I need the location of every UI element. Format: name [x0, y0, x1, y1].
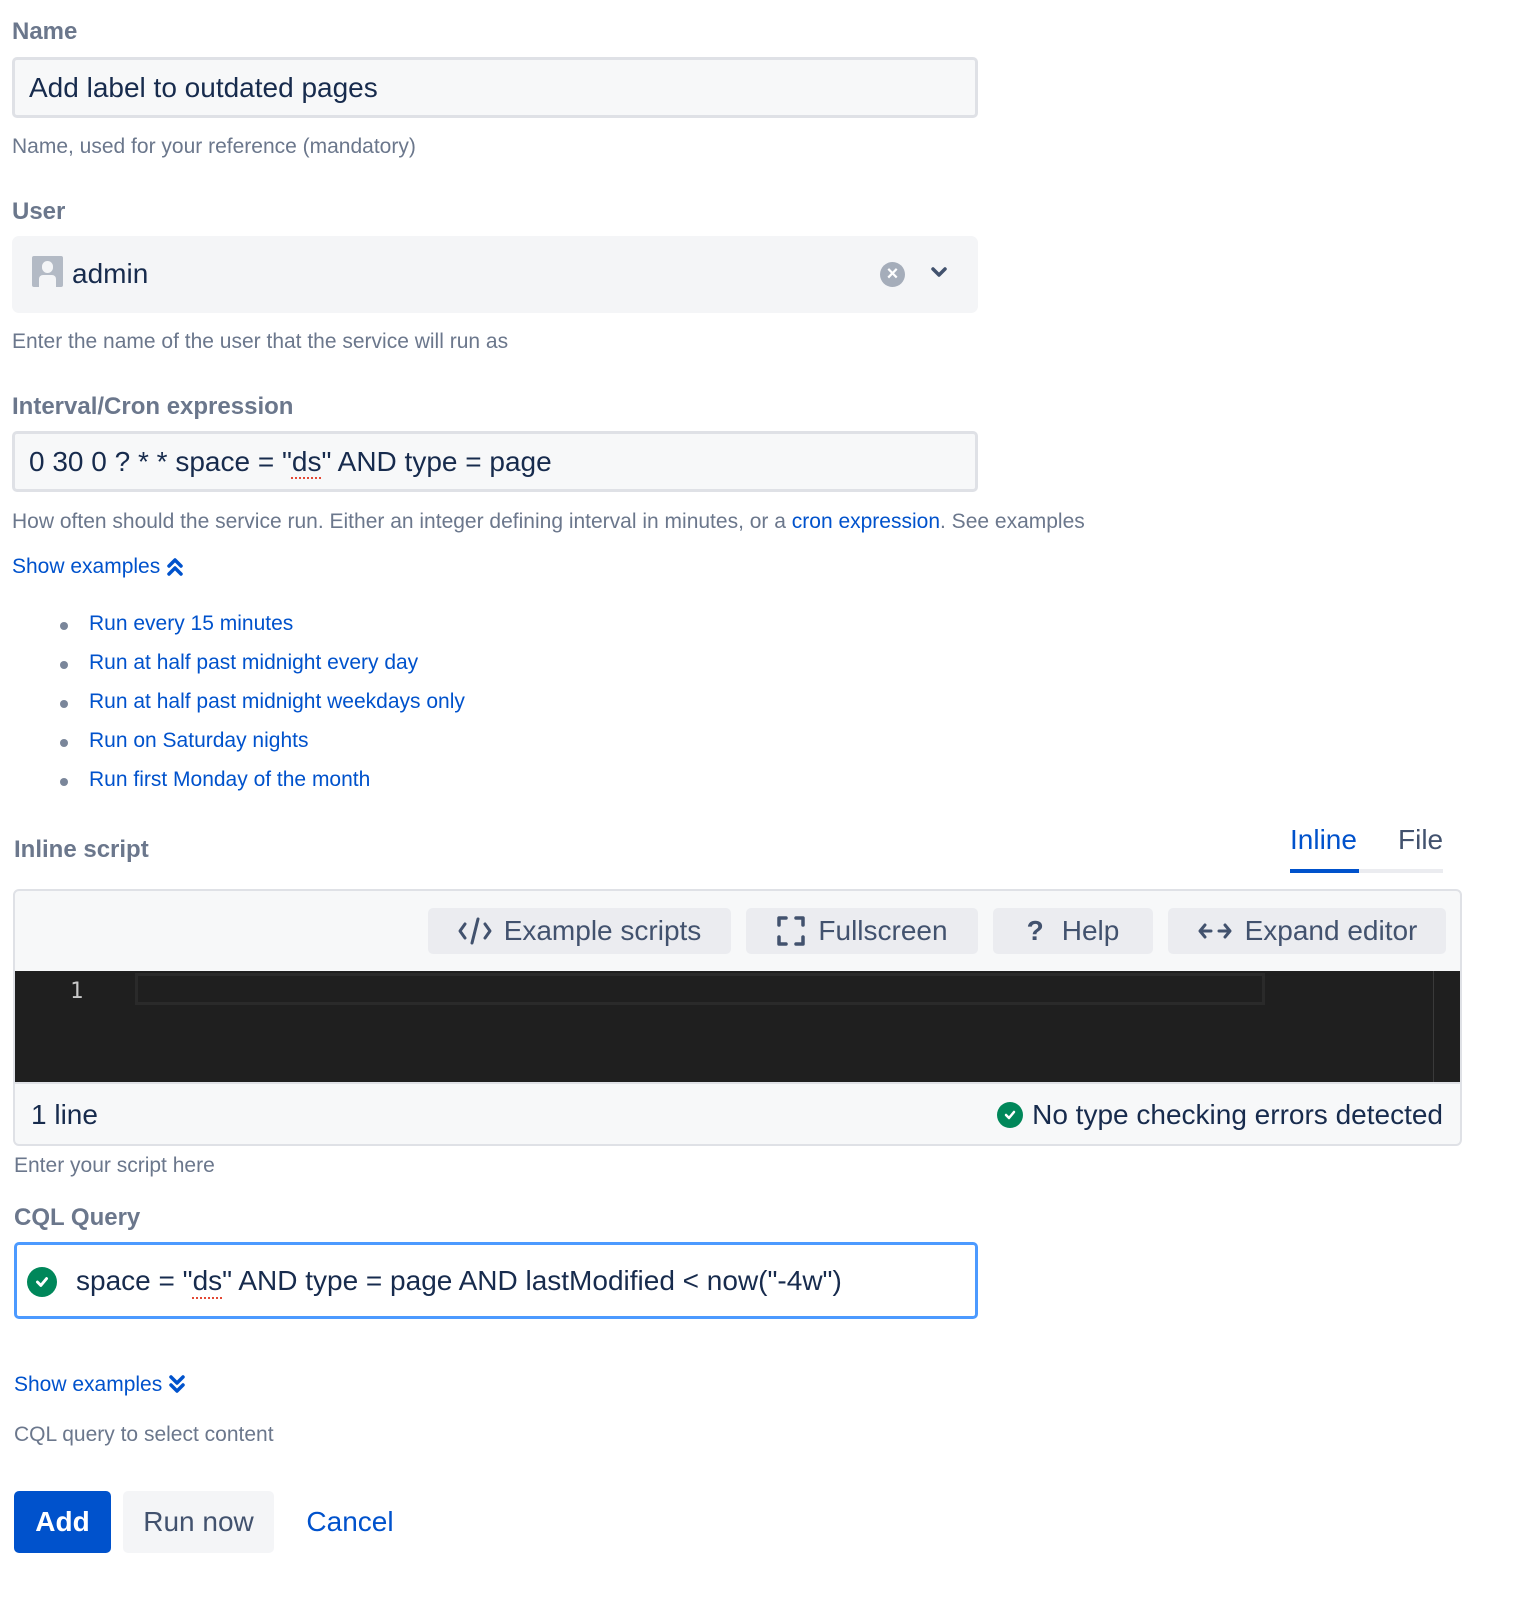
cron-example-item: Run on Saturday nights: [60, 729, 465, 768]
name-input[interactable]: Add label to outdated pages: [12, 57, 978, 118]
tab-active-indicator: [1290, 869, 1359, 873]
check-circle-icon: [27, 1267, 57, 1297]
avatar-icon: [32, 256, 63, 287]
cron-label: Interval/Cron expression: [12, 393, 294, 420]
example-scripts-label: Example scripts: [503, 915, 702, 946]
user-select-value: admin: [72, 258, 149, 289]
user-label: User: [12, 198, 66, 225]
name-input-value: Add label to outdated pages: [29, 71, 378, 103]
spellcheck-word: ds: [192, 1265, 223, 1296]
cql-input[interactable]: space = "ds" AND type = page AND lastMod…: [14, 1242, 978, 1319]
cron-help-text: How often should the service run. Either…: [12, 510, 1085, 533]
example-scripts-button[interactable]: Example scripts: [428, 908, 731, 954]
expand-horizontal-icon: [1198, 923, 1232, 939]
name-help-text: Name, used for your reference (mandatory…: [12, 135, 416, 158]
cql-show-examples-toggle[interactable]: Show examples: [14, 1373, 186, 1397]
script-source-tabs: Inline File: [1290, 824, 1443, 874]
chevron-double-up-icon: [167, 558, 183, 576]
cron-expression-link[interactable]: cron expression: [792, 510, 940, 533]
editor-toolbar: Example scripts Fullscreen ? Help Expand…: [15, 891, 1460, 971]
tab-file[interactable]: File: [1398, 824, 1443, 856]
spellcheck-word: ds: [291, 445, 322, 477]
help-label: Help: [1061, 915, 1120, 946]
fullscreen-label: Fullscreen: [818, 915, 948, 946]
expand-editor-button[interactable]: Expand editor: [1168, 908, 1446, 954]
cql-show-examples-label: Show examples: [14, 1373, 163, 1396]
cql-input-value: space = "ds" AND type = page AND lastMod…: [76, 1265, 842, 1296]
cron-example-item: Run first Monday of the month: [60, 768, 465, 807]
cron-examples-list: Run every 15 minutes Run at half past mi…: [60, 612, 465, 807]
cron-example-link[interactable]: Run at half past midnight weekdays only: [89, 690, 465, 714]
script-editor: Example scripts Fullscreen ? Help Expand…: [13, 889, 1462, 1146]
cancel-button[interactable]: Cancel: [290, 1491, 410, 1553]
check-circle-icon: [997, 1102, 1024, 1128]
fullscreen-icon: [777, 916, 806, 946]
run-now-button[interactable]: Run now: [123, 1491, 274, 1553]
cron-example-link[interactable]: Run on Saturday nights: [89, 729, 308, 753]
type-check-status-text: No type checking errors detected: [1032, 1099, 1443, 1130]
editor-scrollbar[interactable]: [1433, 971, 1434, 1082]
script-label: Inline script: [14, 836, 149, 863]
editor-status-bar: 1 line No type checking errors detected: [15, 1082, 1460, 1144]
user-select[interactable]: admin ×: [12, 236, 978, 313]
cron-show-examples-label: Show examples: [12, 555, 161, 578]
type-check-status: No type checking errors detected: [997, 1099, 1443, 1131]
cron-example-link[interactable]: Run first Monday of the month: [89, 768, 370, 792]
fullscreen-button[interactable]: Fullscreen: [746, 908, 978, 954]
chevron-down-icon[interactable]: [928, 261, 950, 283]
line-count: 1 line: [31, 1099, 98, 1130]
cql-help-text: CQL query to select content: [14, 1423, 274, 1446]
code-editor-area[interactable]: 1: [15, 971, 1460, 1082]
script-help-text: Enter your script here: [14, 1154, 215, 1177]
tab-inline[interactable]: Inline: [1290, 824, 1357, 856]
user-help-text: Enter the name of the user that the serv…: [12, 330, 509, 353]
add-button[interactable]: Add: [14, 1491, 111, 1553]
cron-input-value: 0 30 0 ? * * space = "ds" AND type = pag…: [29, 445, 552, 477]
line-number: 1: [70, 979, 84, 1004]
chevron-double-down-icon: [169, 1375, 185, 1393]
cron-example-item: Run every 15 minutes: [60, 612, 465, 651]
code-icon: [458, 917, 492, 945]
cron-example-link[interactable]: Run at half past midnight every day: [89, 651, 418, 675]
expand-editor-label: Expand editor: [1244, 915, 1418, 946]
help-button[interactable]: ? Help: [993, 908, 1153, 954]
question-icon: ?: [1026, 915, 1044, 946]
clear-icon[interactable]: ×: [880, 262, 905, 287]
cron-input[interactable]: 0 30 0 ? * * space = "ds" AND type = pag…: [12, 431, 978, 492]
cron-example-item: Run at half past midnight every day: [60, 651, 465, 690]
cql-label: CQL Query: [14, 1204, 141, 1231]
cron-example-item: Run at half past midnight weekdays only: [60, 690, 465, 729]
current-line-highlight: [135, 973, 1265, 1005]
cron-example-link[interactable]: Run every 15 minutes: [89, 612, 293, 636]
cron-show-examples-toggle[interactable]: Show examples: [12, 555, 184, 579]
name-label: Name: [12, 18, 78, 45]
